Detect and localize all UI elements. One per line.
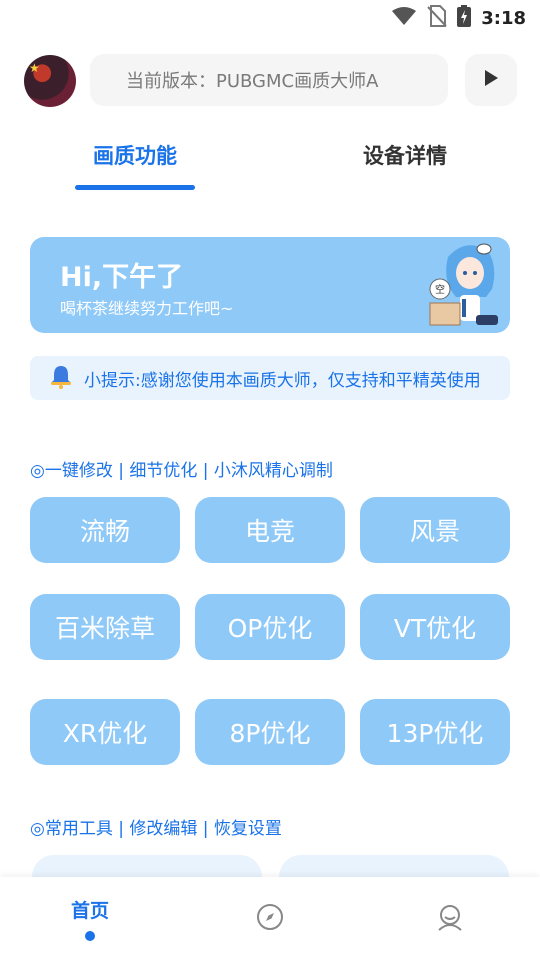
anime-girl-illustration: 空 (426, 237, 506, 333)
tip-marquee: 小提示:感谢您使用本画质大师，仅支持和平精英使用 (30, 356, 510, 400)
option-13p-optimize-button[interactable]: 13P优化 (360, 699, 510, 765)
tab-active-indicator (75, 185, 195, 190)
clock: 3:18 (481, 7, 526, 29)
bell-icon (48, 363, 74, 393)
play-button[interactable] (465, 54, 517, 106)
option-smooth-button[interactable]: 流畅 (30, 497, 180, 563)
option-8p-optimize-button[interactable]: 8P优化 (195, 699, 345, 765)
tab-quality-features[interactable]: 画质功能 (35, 140, 235, 170)
section-title-tools: ◎常用工具 | 修改编辑 | 恢复设置 (30, 819, 282, 839)
option-grass-removal-button[interactable]: 百米除草 (30, 594, 180, 660)
nav-explore[interactable] (180, 877, 360, 960)
nav-home[interactable]: 首页 (0, 877, 180, 960)
greeting-title: Hi,下午了 (60, 262, 184, 293)
option-op-optimize-button[interactable]: OP优化 (195, 594, 345, 660)
nav-home-label: 首页 (70, 900, 109, 922)
battery-charging-icon (457, 5, 472, 31)
avatar[interactable]: ★ (24, 55, 76, 107)
bottom-navigation: 首页 (0, 877, 540, 960)
greeting-banner: Hi,下午了 喝杯茶继续努力工作吧~ 空 (30, 237, 510, 333)
greeting-subtitle: 喝杯茶继续努力工作吧~ (60, 299, 234, 318)
option-scenery-button[interactable]: 风景 (360, 497, 510, 563)
nav-active-dot (85, 931, 95, 941)
tip-text: 小提示:感谢您使用本画质大师，仅支持和平精英使用 (84, 370, 481, 391)
tab-device-details[interactable]: 设备详情 (305, 140, 505, 170)
status-bar: 3:18 (0, 0, 540, 36)
nav-profile[interactable] (360, 877, 540, 960)
version-text: 当前版本：PUBGMC画质大师A (126, 71, 379, 92)
option-vt-optimize-button[interactable]: VT优化 (360, 594, 510, 660)
compass-icon (255, 902, 285, 936)
user-icon (435, 902, 465, 936)
section-title-quality: ◎一键修改 | 细节优化 | 小沐风精心调制 (30, 461, 333, 481)
no-sim-icon (427, 5, 447, 31)
play-icon (483, 69, 499, 91)
option-esports-button[interactable]: 电竞 (195, 497, 345, 563)
wifi-icon (391, 6, 417, 30)
option-xr-optimize-button[interactable]: XR优化 (30, 699, 180, 765)
art-caption: 空 (435, 283, 445, 296)
version-field[interactable]: 当前版本：PUBGMC画质大师A (90, 54, 448, 106)
